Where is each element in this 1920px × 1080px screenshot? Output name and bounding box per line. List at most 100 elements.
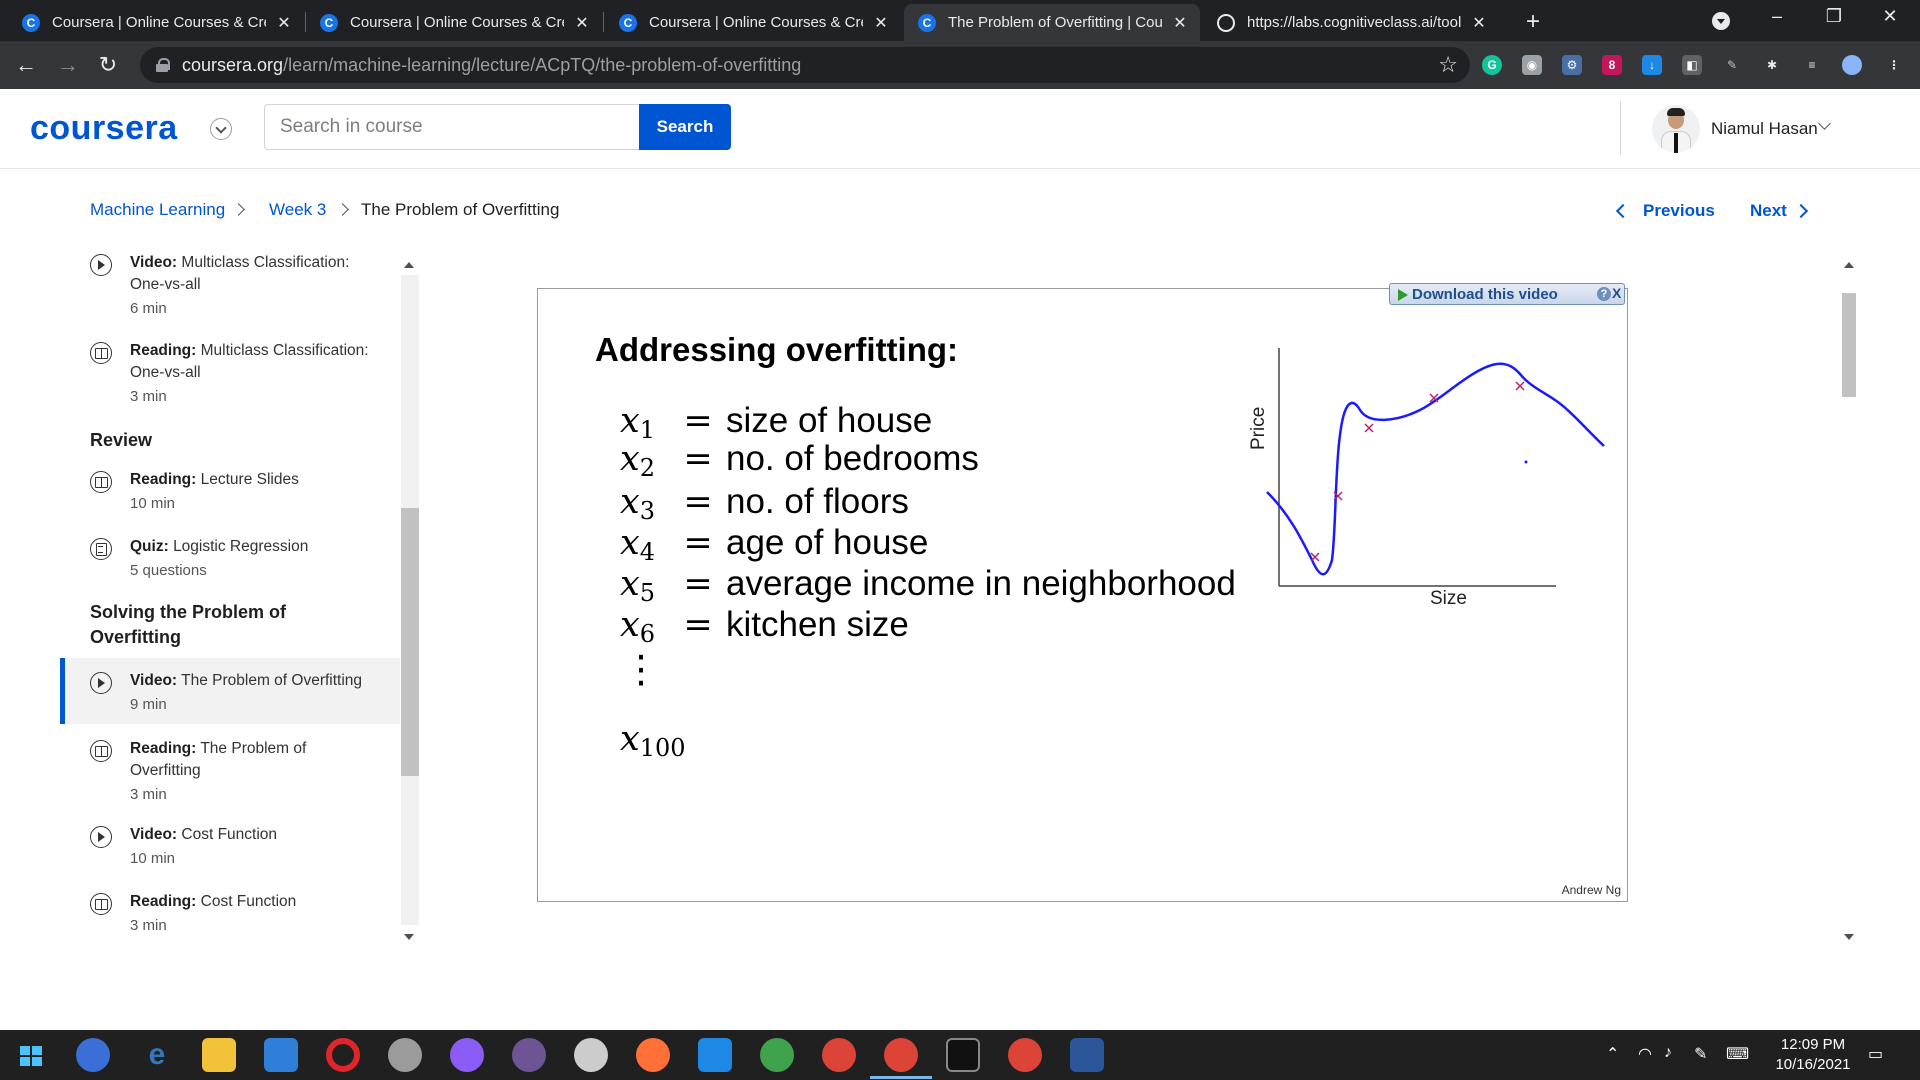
- chrome-icon[interactable]: [884, 1038, 918, 1072]
- list-item[interactable]: Reading: The Problem of Overfitting 3 min: [60, 738, 400, 808]
- extension-icon[interactable]: ⚙: [1562, 55, 1582, 75]
- kebab-menu-icon[interactable]: ⋮: [1884, 55, 1904, 75]
- main-scrollbar-thumb[interactable]: [1842, 293, 1856, 397]
- browser-tab[interactable]: C Coursera | Online Courses & Credential…: [8, 4, 304, 41]
- chrome-icon[interactable]: [1008, 1038, 1042, 1072]
- list-item[interactable]: Video: Cost Function 10 min: [60, 824, 400, 874]
- vscode-icon[interactable]: [698, 1038, 732, 1072]
- close-icon[interactable]: ✕: [1170, 13, 1190, 33]
- app-icon[interactable]: [388, 1038, 422, 1072]
- forward-icon[interactable]: →: [54, 51, 82, 79]
- notifications-icon[interactable]: ▭: [1868, 1044, 1883, 1064]
- window-close-icon[interactable]: ✕: [1870, 6, 1910, 27]
- var-subscript: 4: [639, 538, 656, 566]
- breadcrumb-week[interactable]: Week 3: [269, 200, 326, 220]
- list-item[interactable]: Quiz: Logistic Regression 5 questions: [60, 536, 400, 586]
- new-tab-button[interactable]: +: [1520, 8, 1546, 36]
- pen-icon[interactable]: ✎: [1722, 55, 1742, 75]
- close-icon[interactable]: ✕: [572, 13, 592, 33]
- chevron-down-icon[interactable]: [1818, 117, 1831, 130]
- tab-search-icon[interactable]: [1712, 12, 1730, 30]
- app-icon[interactable]: [574, 1038, 608, 1072]
- profile-avatar-icon[interactable]: [1842, 55, 1862, 75]
- camera-icon[interactable]: ◉: [1522, 55, 1542, 75]
- browser-tab[interactable]: C Coursera | Online Courses & Credential…: [605, 4, 901, 41]
- close-icon[interactable]: ✕: [1469, 13, 1489, 33]
- browser-tab[interactable]: C Coursera | Online Courses & Credential…: [306, 4, 602, 41]
- close-icon[interactable]: ✕: [871, 13, 891, 33]
- edge-icon[interactable]: e: [140, 1038, 174, 1072]
- search-button[interactable]: Search: [639, 104, 731, 150]
- keyboard-icon[interactable]: ⌨: [1726, 1044, 1749, 1064]
- browser-tab[interactable]: o https://labs.cognitiveclass.ai/tools ✕: [1203, 4, 1499, 41]
- item-type: Reading:: [130, 342, 197, 359]
- reload-icon[interactable]: ↻: [94, 51, 122, 79]
- bookmark-star-icon[interactable]: ☆: [1438, 52, 1458, 78]
- firefox-icon[interactable]: [636, 1038, 670, 1072]
- extension-badge: 8: [1608, 58, 1616, 72]
- screen-icon[interactable]: ◧: [1682, 55, 1702, 75]
- scroll-up-icon[interactable]: [404, 262, 414, 268]
- var-symbol: x: [620, 401, 640, 441]
- wifi-icon[interactable]: ◠: [1638, 1044, 1652, 1064]
- windows-start-icon[interactable]: [14, 1038, 48, 1072]
- user-name[interactable]: Niamul Hasan: [1711, 119, 1818, 139]
- list-item[interactable]: Reading: Lecture Slides 10 min: [60, 469, 400, 519]
- address-bar[interactable]: coursera.org /learn/machine-learning/lec…: [140, 47, 1470, 83]
- help-icon[interactable]: ?: [1597, 287, 1611, 301]
- back-icon[interactable]: ←: [12, 51, 40, 79]
- media-icon[interactable]: ≡: [1802, 55, 1822, 75]
- vertical-ellipsis: ⋮: [622, 649, 660, 691]
- marker-x: [1310, 552, 1320, 562]
- chevron-right-icon[interactable]: [1793, 203, 1809, 219]
- clock[interactable]: 12:09 PM 10/16/2021: [1768, 1035, 1858, 1075]
- download-extension-icon[interactable]: ↓: [1642, 55, 1662, 75]
- avatar[interactable]: [1652, 105, 1700, 153]
- section-heading[interactable]: Review: [90, 428, 390, 453]
- section-heading[interactable]: Solving the Problem of Overfitting: [90, 600, 310, 650]
- scroll-down-icon[interactable]: [404, 934, 414, 940]
- coursera-icon: C: [22, 13, 40, 32]
- file-explorer-icon[interactable]: [202, 1038, 236, 1072]
- app-qb-icon[interactable]: [76, 1038, 110, 1072]
- var-symbol: x: [620, 482, 640, 522]
- github-icon[interactable]: [512, 1038, 546, 1072]
- opera-icon[interactable]: [326, 1038, 360, 1072]
- download-video-bar[interactable]: Download this video ? X: [1389, 283, 1625, 305]
- list-item-active[interactable]: Video: The Problem of Overfitting 9 min: [60, 658, 400, 724]
- restore-icon[interactable]: ❐: [1814, 6, 1854, 27]
- volume-icon[interactable]: ♪: [1664, 1044, 1672, 1062]
- chrome-icon[interactable]: [822, 1038, 856, 1072]
- coursera-logo[interactable]: coursera: [30, 109, 178, 148]
- scroll-up-icon[interactable]: [1844, 262, 1854, 268]
- feature-var: x3: [620, 482, 676, 525]
- browser-tab-active[interactable]: C The Problem of Overfitting | Coursera …: [904, 4, 1200, 41]
- minimize-icon[interactable]: –: [1757, 6, 1797, 27]
- book-icon: [90, 740, 112, 762]
- word-icon[interactable]: [1070, 1038, 1104, 1072]
- next-button[interactable]: Next: [1750, 201, 1787, 221]
- pen-icon[interactable]: ✎: [1694, 1044, 1707, 1064]
- previous-button[interactable]: Previous: [1643, 201, 1715, 221]
- close-icon[interactable]: X: [1612, 285, 1621, 301]
- breadcrumb-course[interactable]: Machine Learning: [90, 200, 225, 220]
- terminal-icon[interactable]: [946, 1038, 980, 1072]
- scroll-down-icon[interactable]: [1844, 934, 1854, 940]
- avatar-hair: [1667, 108, 1685, 116]
- chevron-up-icon[interactable]: ⌃: [1606, 1044, 1619, 1064]
- extension-badge-icon[interactable]: 8: [1602, 55, 1622, 75]
- chevron-down-icon[interactable]: [210, 118, 232, 140]
- chevron-left-icon[interactable]: [1615, 203, 1631, 219]
- grammarly-icon[interactable]: G: [1482, 55, 1502, 75]
- search-input[interactable]: [264, 104, 640, 150]
- sidebar-scrollbar-thumb[interactable]: [401, 508, 419, 776]
- mail-icon[interactable]: [264, 1038, 298, 1072]
- puzzle-icon[interactable]: ✱: [1762, 55, 1782, 75]
- list-item[interactable]: Reading: Cost Function 3 min: [60, 891, 400, 941]
- messenger-icon[interactable]: [450, 1038, 484, 1072]
- list-item[interactable]: Reading: Multiclass Classification: One-…: [60, 340, 400, 410]
- download-video-label[interactable]: Download this video: [1412, 286, 1558, 303]
- close-icon[interactable]: ✕: [274, 13, 294, 33]
- app-icon[interactable]: [760, 1038, 794, 1072]
- list-item[interactable]: Video: Multiclass Classification: One-vs…: [60, 252, 400, 322]
